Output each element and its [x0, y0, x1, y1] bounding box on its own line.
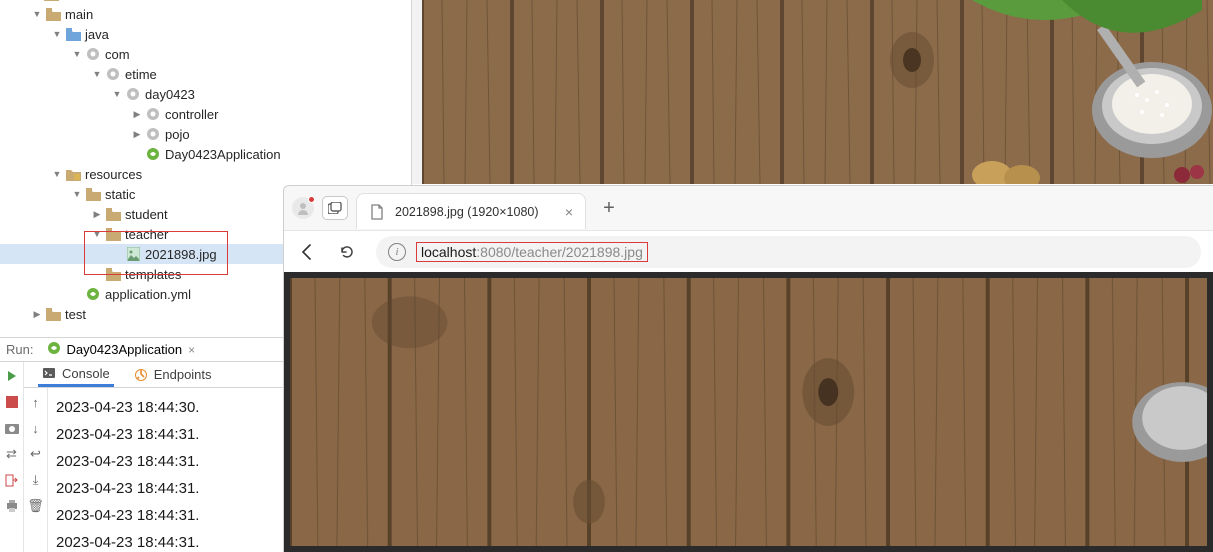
tree-item-label: main: [65, 7, 93, 22]
pkg-icon: [85, 46, 101, 62]
disclosure-arrow-icon[interactable]: ▼: [32, 9, 42, 19]
tree-item-label: pojo: [165, 127, 190, 142]
file-img-icon: [125, 246, 141, 262]
tabs-icon: [328, 202, 342, 214]
tree-item-label: test: [65, 307, 86, 322]
folder-icon: [45, 306, 61, 322]
folder-icon: [105, 266, 121, 282]
endpoints-icon: [134, 368, 148, 382]
editor-image-preview: [422, 0, 1213, 184]
clear-icon[interactable]: 🗑: [28, 498, 44, 514]
tree-item-label: static: [105, 187, 135, 202]
tab-console[interactable]: Console: [38, 362, 114, 387]
tree-item-label: student: [125, 207, 168, 222]
tree-item-label: Day0423Application: [165, 147, 281, 162]
profile-avatar[interactable]: [292, 197, 314, 219]
down-arrow-icon[interactable]: ↓: [28, 420, 44, 436]
spring-icon: [145, 146, 161, 162]
run-config-name: Day0423Application: [66, 342, 182, 357]
soft-wrap-icon[interactable]: ↩: [28, 446, 44, 462]
disclosure-arrow-icon[interactable]: ▼: [52, 29, 62, 39]
tab-endpoints[interactable]: Endpoints: [130, 362, 216, 387]
close-icon[interactable]: ×: [188, 343, 195, 357]
run-sidebar-toolbar: ⇄: [0, 362, 24, 552]
tree-item[interactable]: Day0423Application: [0, 144, 411, 164]
browser-content: [284, 272, 1213, 552]
tree-item-label: java: [85, 27, 109, 42]
tree-item[interactable]: ▼ etime: [0, 64, 411, 84]
tree-item[interactable]: ▶ controller: [0, 104, 411, 124]
folder-icon: [45, 6, 61, 22]
spring-icon: [85, 286, 101, 302]
address-bar[interactable]: i localhost:8080/teacher/2021898.jpg: [376, 236, 1201, 268]
disclosure-arrow-icon[interactable]: ▼: [72, 49, 82, 59]
disclosure-arrow-icon[interactable]: ▶: [32, 309, 42, 320]
browser-tabstrip: 2021898.jpg (1920×1080) × +: [284, 186, 1213, 230]
tree-item-label: com: [105, 47, 130, 62]
disclosure-arrow-icon[interactable]: ▶: [132, 109, 142, 120]
tree-item[interactable]: ▼ main: [0, 4, 411, 24]
folder-icon: [43, 0, 59, 2]
disclosure-arrow-icon[interactable]: ▶: [92, 209, 102, 220]
up-arrow-icon[interactable]: ↑: [28, 394, 44, 410]
close-icon[interactable]: ×: [565, 204, 573, 220]
tree-item-label: src: [63, 0, 80, 2]
disclosure-arrow-icon[interactable]: ▼: [112, 89, 122, 99]
tree-item-label: templates: [125, 267, 181, 282]
exit-icon[interactable]: [4, 472, 20, 488]
folder-icon: [105, 226, 121, 242]
tree-item[interactable]: ▼ java: [0, 24, 411, 44]
person-icon: [296, 201, 310, 215]
run-config-tab[interactable]: Day0423Application ×: [41, 338, 201, 361]
tree-item[interactable]: ▼ com: [0, 44, 411, 64]
spring-icon: [47, 341, 61, 358]
folder-icon: [85, 186, 101, 202]
new-tab-button[interactable]: +: [594, 193, 624, 223]
disclosure-arrow-icon[interactable]: ▼: [92, 69, 102, 79]
rerun-button[interactable]: [4, 368, 20, 384]
stop-button[interactable]: [4, 394, 20, 410]
splitter[interactable]: [412, 0, 422, 184]
tab-title: 2021898.jpg (1920×1080): [395, 205, 539, 219]
tree-item-label: 2021898.jpg: [145, 247, 217, 262]
pkg-icon: [125, 86, 141, 102]
pkg-icon: [105, 66, 121, 82]
console-side-toolbar: ↑ ↓ ↩ ⤓ 🗑: [24, 388, 48, 552]
browser-toolbar: i localhost:8080/teacher/2021898.jpg: [284, 230, 1213, 272]
tree-item[interactable]: ▼ day0423: [0, 84, 411, 104]
tree-item[interactable]: ▶ pojo: [0, 124, 411, 144]
disclosure-arrow-icon[interactable]: ▶: [132, 129, 142, 140]
tree-item-label: day0423: [145, 87, 195, 102]
camera-icon[interactable]: [4, 420, 20, 436]
print-icon[interactable]: [4, 498, 20, 514]
folder-blue-icon: [65, 26, 81, 42]
tree-item-label: resources: [85, 167, 142, 182]
tab-overview-button[interactable]: [322, 196, 348, 220]
layout-icon[interactable]: ⇄: [4, 446, 20, 462]
reload-button[interactable]: [336, 241, 358, 263]
run-label: Run:: [6, 342, 33, 357]
console-icon: [42, 366, 56, 380]
browser-window: 2021898.jpg (1920×1080) × + i localhost:…: [283, 185, 1213, 552]
url-text: localhost:8080/teacher/2021898.jpg: [416, 242, 648, 262]
tree-item[interactable]: ▼ resources: [0, 164, 411, 184]
disclosure-arrow-icon[interactable]: ▼: [52, 169, 62, 179]
scroll-to-end-icon[interactable]: ⤓: [28, 472, 44, 488]
folder-res-icon: [65, 166, 81, 182]
file-icon: [369, 204, 385, 220]
image-preview: [290, 278, 1207, 546]
back-button[interactable]: [296, 241, 318, 263]
disclosure-arrow-icon[interactable]: ▼: [92, 229, 102, 239]
browser-tab[interactable]: 2021898.jpg (1920×1080) ×: [356, 193, 586, 229]
tree-item-label: teacher: [125, 227, 168, 242]
notification-dot-icon: [308, 196, 315, 203]
pkg-icon: [145, 106, 161, 122]
pkg-icon: [145, 126, 161, 142]
tree-item-label: etime: [125, 67, 157, 82]
tree-item-label: application.yml: [105, 287, 191, 302]
disclosure-arrow-icon[interactable]: ▼: [72, 189, 82, 199]
site-info-icon[interactable]: i: [388, 243, 406, 261]
folder-icon: [105, 206, 121, 222]
tree-item-label: controller: [165, 107, 218, 122]
